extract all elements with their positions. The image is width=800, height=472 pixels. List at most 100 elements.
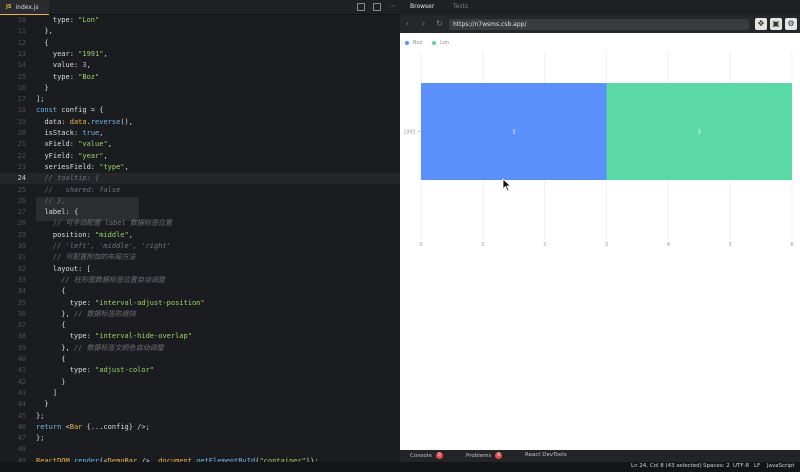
line-number: 30 — [17, 242, 26, 250]
line-number: 34 — [17, 287, 26, 296]
code-line[interactable]: 38 type: "interval-hide-overlap" — [0, 331, 400, 342]
tab-problems[interactable]: Problems 0 — [466, 452, 503, 459]
tab-react-devtools[interactable]: React DevTools — [525, 452, 567, 458]
code-text: yField: "year", — [44, 151, 108, 160]
code-line[interactable]: 18 const config = { — [0, 105, 400, 116]
language-mode[interactable]: JavaScript — [767, 463, 795, 469]
code-text: type: "interval-adjust-position" — [69, 298, 205, 307]
code-line[interactable]: 48 — [0, 444, 400, 455]
code-line[interactable]: 37 { — [0, 320, 400, 331]
back-icon[interactable]: ‹ — [406, 19, 409, 29]
line-number: 11 — [17, 27, 26, 36]
code-editor[interactable]: 10 type: "Lon" 11 }, 12 {13 year: "1991", 1… — [0, 15, 400, 462]
code-line[interactable]: 22 yField: "year", — [0, 151, 400, 162]
code-line[interactable]: 24 // tooltip: { — [0, 173, 400, 185]
code-line[interactable]: 46 return <Bar {...config} />; — [0, 422, 400, 433]
code-line[interactable]: 26 // }, — [0, 196, 400, 207]
code-line[interactable]: 25 // shared: false — [0, 185, 400, 196]
js-file-icon: JS — [6, 4, 12, 10]
code-line[interactable]: 39 }, // 数据标签文颜色自动调整 — [0, 343, 400, 354]
code-line[interactable]: 33 // 柱形图数据标签位置自动调整 — [0, 275, 400, 286]
tab-browser[interactable]: Browser — [410, 3, 434, 10]
line-number: 47 — [17, 434, 26, 443]
code-line[interactable]: 30 // 'left', 'middle', 'right' — [0, 241, 400, 252]
code-line[interactable]: 14 value: 3, — [0, 60, 400, 71]
code-text: ]; — [36, 95, 45, 104]
code-line[interactable]: 11 }, — [0, 26, 400, 37]
line-number: 28 — [17, 219, 26, 228]
code-text: { — [36, 355, 66, 363]
split-view-icon[interactable] — [357, 3, 365, 11]
tab-index-js[interactable]: JS index.js — [0, 0, 49, 15]
code-line[interactable]: 15 type: "Boz" — [0, 72, 400, 83]
code-text: layout: [ — [52, 264, 91, 273]
line-number: 29 — [17, 230, 26, 239]
code-line[interactable]: 45}; — [0, 411, 400, 422]
code-line[interactable]: 42 } — [0, 377, 400, 388]
code-line[interactable]: 10 type: "Lon" — [0, 15, 400, 26]
x-tick-label: 4 — [667, 242, 670, 248]
line-number: 23 — [17, 162, 26, 171]
code-text: isStack: true, — [44, 129, 104, 137]
code-line[interactable]: 47}; — [0, 433, 400, 444]
browser-preview: Boz Lon 0 1 2 3 4 5 6 1991 3 3 — [400, 33, 800, 450]
line-number: 22 — [17, 151, 26, 160]
line-number: 42 — [17, 377, 26, 386]
code-text: seriesField: "type", — [44, 162, 129, 171]
code-line[interactable]: 40 { — [0, 354, 400, 365]
url-input[interactable]: https://n7wsms.csb.app/ — [449, 19, 749, 30]
line-number: 44 — [17, 400, 26, 409]
code-line[interactable]: 29 position: "middle", — [0, 230, 400, 241]
code-text: // 'left', 'middle', 'right' — [52, 242, 171, 250]
code-line[interactable]: 16 } — [0, 83, 400, 94]
code-line[interactable]: 34 { — [0, 286, 400, 297]
code-line[interactable]: 35 type: "interval-adjust-position" — [0, 298, 400, 309]
code-line[interactable]: 20 isStack: true, — [0, 128, 400, 139]
devtools-icon[interactable]: ▣ — [770, 18, 782, 30]
line-number: 13 — [17, 49, 26, 58]
code-line[interactable]: 32 layout: [ — [0, 264, 400, 275]
code-line[interactable]: 19 data: data.reverse(), — [0, 117, 400, 128]
line-number: 39 — [17, 343, 26, 352]
code-text: }, // 数据标签防遮挡 — [36, 309, 136, 318]
line-number: 33 — [17, 275, 26, 284]
code-text: value: 3, — [52, 61, 91, 70]
code-line[interactable]: 23 seriesField: "type", — [0, 162, 400, 173]
code-line[interactable]: 12 { — [0, 38, 400, 49]
line-number: 25 — [17, 185, 26, 194]
line-number: 19 — [17, 117, 26, 126]
code-text: // 可手动配置 label 数据标签位置 — [52, 219, 173, 228]
code-text: }, // 数据标签文颜色自动调整 — [36, 343, 164, 352]
encoding[interactable]: UTF-8 — [733, 463, 749, 469]
code-line[interactable]: 17]; — [0, 94, 400, 105]
code-text: xField: "value", — [44, 140, 112, 149]
code-line[interactable]: 44 } — [0, 399, 400, 410]
line-number: 16 — [17, 83, 26, 92]
indent-setting[interactable]: Spaces: 2 — [703, 463, 730, 469]
forward-icon[interactable]: › — [422, 19, 425, 29]
code-line[interactable]: 28 // 可手动配置 label 数据标签位置 — [0, 218, 400, 229]
code-text: // }, — [44, 196, 66, 205]
code-line[interactable]: 43 ] — [0, 388, 400, 399]
code-text: ] — [36, 388, 58, 397]
line-number: 41 — [17, 366, 26, 375]
code-line[interactable]: 13 year: "1991", — [0, 49, 400, 60]
tab-tests[interactable]: Tests — [453, 3, 468, 10]
preview-layout-icon[interactable] — [373, 3, 381, 11]
refresh-icon[interactable]: ↻ — [436, 19, 443, 29]
settings-icon[interactable]: ⚙ — [785, 18, 797, 30]
more-options-icon[interactable]: ⋯ — [389, 3, 397, 11]
open-new-window-icon[interactable]: ✥ — [755, 18, 767, 30]
code-line[interactable]: 41 type: "adjust-color" — [0, 365, 400, 376]
code-text: label: { — [44, 208, 79, 217]
line-number: 45 — [17, 411, 26, 420]
code-line[interactable]: 21 xField: "value", — [0, 139, 400, 150]
code-line[interactable]: 31 // 可配置附加的布局方法 — [0, 252, 400, 263]
cursor-position[interactable]: Ln 24, Col 8 (43 selected) — [631, 463, 702, 469]
code-line[interactable]: 27 label: { — [0, 207, 400, 218]
code-text: } — [36, 83, 49, 92]
line-ending[interactable]: LF — [754, 463, 760, 469]
code-line[interactable]: 36 }, // 数据标签防遮挡 — [0, 309, 400, 320]
tab-console[interactable]: Console 0 — [410, 452, 443, 459]
code-text: type: "interval-hide-overlap" — [69, 332, 192, 341]
